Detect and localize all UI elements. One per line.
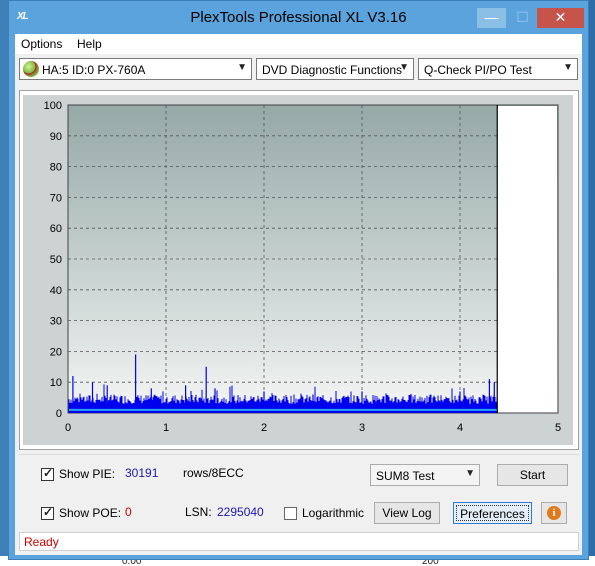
poe-value: 0 — [125, 505, 132, 519]
x-tick-label: 0 — [65, 422, 71, 434]
x-tick-label: 4 — [457, 422, 463, 434]
view-log-button[interactable]: View Log — [374, 502, 440, 524]
desktop-right-edge — [589, 0, 595, 566]
test-select[interactable]: Q-Check PI/PO Test ▼ — [418, 58, 578, 80]
y-tick-label: 40 — [50, 285, 62, 297]
preferences-button-label: Preferences — [456, 505, 529, 521]
info-button[interactable]: i — [541, 502, 567, 524]
pie-value: 30191 — [125, 466, 159, 480]
menu-options[interactable]: Options — [21, 37, 62, 51]
minimize-icon: — — [484, 9, 499, 25]
maximize-button[interactable]: ☐ — [509, 8, 536, 28]
y-tick-label: 80 — [50, 162, 62, 174]
menu-bar: Options Help — [15, 34, 582, 54]
logarithmic-checkbox[interactable] — [284, 507, 297, 520]
menu-help[interactable]: Help — [77, 37, 102, 51]
title-bar[interactable]: XL PlexTools Professional XL V3.16 — ☐ ✕ — [9, 1, 588, 33]
start-button[interactable]: Start — [497, 464, 568, 486]
close-button[interactable]: ✕ — [537, 8, 584, 28]
info-icon: i — [547, 506, 561, 520]
x-tick-label: 5 — [555, 422, 561, 434]
preferences-button[interactable]: Preferences — [453, 502, 532, 524]
x-tick-label: 2 — [261, 422, 267, 434]
minimize-button[interactable]: — — [477, 8, 506, 28]
x-tick-label: 1 — [163, 422, 169, 434]
controls-panel: ✓ Show PIE: 30191 rows/8ECC ✓ Show POE: … — [19, 454, 579, 534]
y-tick-label: 100 — [44, 100, 62, 112]
show-pie-label: Show PIE: — [59, 467, 116, 481]
y-tick-label: 30 — [50, 316, 62, 328]
unread-area — [497, 106, 557, 412]
y-tick-label: 50 — [50, 254, 62, 266]
logarithmic-label: Logarithmic — [302, 506, 365, 520]
status-text: Ready — [24, 535, 59, 549]
y-tick-label: 60 — [50, 223, 62, 235]
sum-test-select[interactable]: SUM8 Test ▼ — [370, 464, 480, 486]
y-tick-label: 0 — [56, 408, 62, 420]
chevron-down-icon: ▼ — [237, 62, 247, 73]
checkmark-icon: ✓ — [43, 466, 54, 480]
y-tick-label: 10 — [50, 377, 62, 389]
lsn-value: 2295040 — [217, 505, 264, 519]
chevron-down-icon: ▼ — [399, 62, 409, 73]
chart-frame: 0 10 20 30 40 50 60 70 80 90 100 0 1 2 3 4 5 — [19, 90, 579, 450]
status-bar: Ready — [19, 532, 579, 551]
pipo-chart: 0 10 20 30 40 50 60 70 80 90 100 0 1 2 3 4 5 — [44, 100, 561, 434]
chevron-down-icon: ▼ — [465, 468, 475, 479]
x-tick-label: 3 — [359, 422, 365, 434]
chevron-down-icon: ▼ — [563, 62, 573, 73]
drive-select-value: HA:5 ID:0 PX-760A — [42, 63, 146, 77]
y-tick-label: 70 — [50, 192, 62, 204]
pie-unit: rows/8ECC — [183, 466, 244, 480]
checkmark-icon: ✓ — [43, 505, 54, 519]
show-poe-checkbox[interactable]: ✓ — [41, 505, 54, 520]
function-select-value: DVD Diagnostic Functions — [262, 63, 403, 77]
close-icon: ✕ — [554, 9, 567, 25]
show-pie-checkbox[interactable]: ✓ — [41, 466, 54, 481]
sum-test-select-value: SUM8 Test — [376, 469, 435, 483]
plextools-window: XL PlexTools Professional XL V3.16 — ☐ ✕… — [8, 0, 589, 560]
y-tick-label: 90 — [50, 131, 62, 143]
test-select-value: Q-Check PI/PO Test — [424, 63, 532, 77]
chart-area: 0 10 20 30 40 50 60 70 80 90 100 0 1 2 3 4 5 — [23, 95, 573, 445]
drive-icon — [23, 61, 39, 77]
lsn-label: LSN: — [185, 505, 212, 519]
drive-select[interactable]: HA:5 ID:0 PX-760A ▼ — [19, 58, 252, 80]
show-poe-label: Show POE: — [59, 506, 122, 520]
maximize-icon: ☐ — [516, 9, 529, 25]
client-area: Options Help HA:5 ID:0 PX-760A ▼ DVD Dia… — [15, 34, 582, 555]
function-select[interactable]: DVD Diagnostic Functions ▼ — [256, 58, 414, 80]
y-tick-label: 20 — [50, 346, 62, 358]
